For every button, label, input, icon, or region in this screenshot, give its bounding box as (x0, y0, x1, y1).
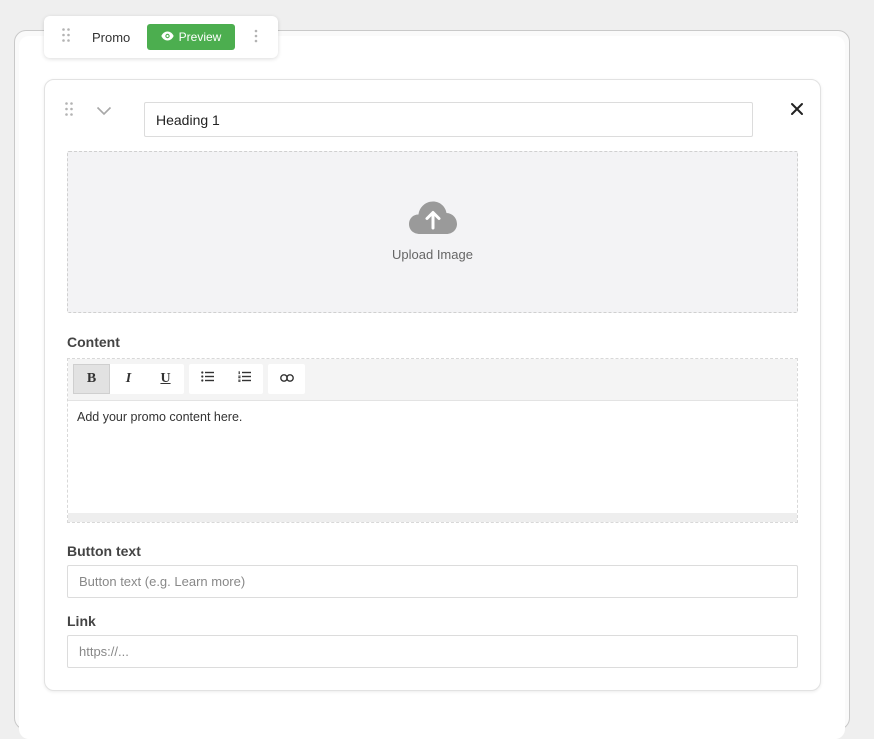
editor-toolbar: B I U (68, 359, 797, 401)
drag-handle-icon[interactable] (65, 102, 73, 121)
chevron-down-icon[interactable] (96, 103, 112, 121)
link-input[interactable] (67, 635, 798, 668)
list-button-group (189, 364, 263, 394)
image-upload-dropzone[interactable]: Upload Image (67, 151, 798, 313)
rich-text-editor: B I U Add your promo content here. (67, 358, 798, 523)
underline-button[interactable]: U (147, 364, 184, 394)
editor-content[interactable]: Add your promo content here. (77, 410, 242, 424)
editor-status-bar (68, 513, 797, 522)
bold-button[interactable]: B (73, 364, 110, 394)
button-text-label: Button text (67, 543, 141, 559)
promo-block-card: Upload Image Content B I U (44, 79, 821, 691)
format-button-group: B I U (73, 364, 184, 394)
drag-handle-icon[interactable] (62, 28, 70, 47)
link-icon (279, 371, 294, 387)
italic-button[interactable]: I (110, 364, 147, 394)
bullet-list-button[interactable] (189, 364, 226, 394)
link-button-group (268, 364, 305, 394)
block-type-label: Promo (92, 30, 131, 45)
numbered-list-icon (238, 371, 251, 387)
bullet-list-icon (201, 371, 214, 387)
content-label: Content (67, 334, 120, 350)
heading-input[interactable] (144, 102, 753, 137)
eye-icon (161, 30, 174, 44)
button-text-input[interactable] (67, 565, 798, 598)
upload-image-label: Upload Image (392, 247, 473, 262)
link-label: Link (67, 613, 96, 629)
cloud-upload-icon (408, 200, 458, 241)
numbered-list-button[interactable] (226, 364, 263, 394)
preview-button[interactable]: Preview (147, 24, 235, 50)
insert-link-button[interactable] (268, 364, 305, 394)
close-icon[interactable] (789, 101, 805, 117)
preview-button-label: Preview (178, 30, 222, 44)
block-type-tab: Promo Preview (44, 16, 278, 58)
kebab-menu-icon[interactable] (254, 29, 258, 48)
